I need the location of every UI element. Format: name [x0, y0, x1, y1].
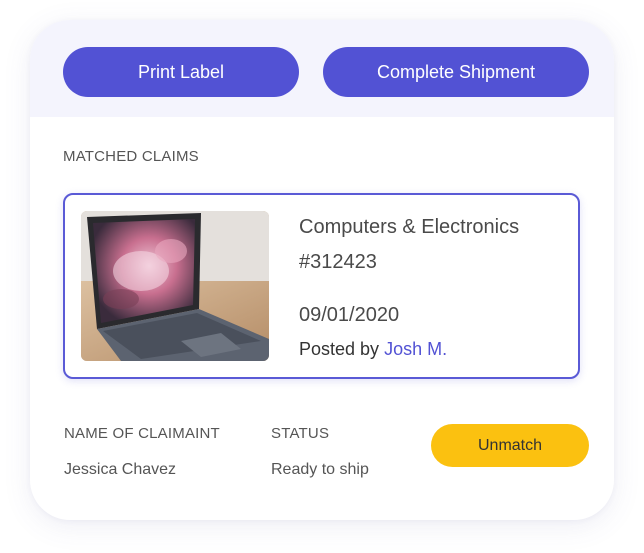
status-label: STATUS: [271, 425, 330, 442]
claimant-name-value: Jessica Chavez: [64, 461, 177, 478]
claim-photo: [81, 211, 269, 361]
claimant-name-label: NAME OF CLAIMAINT: [64, 425, 220, 442]
claim-posted-by: Posted by Josh M.: [299, 339, 447, 360]
card-header: Print Label Complete Shipment: [30, 20, 614, 117]
print-label-button[interactable]: Print Label: [63, 47, 299, 97]
shipment-card: Print Label Complete Shipment MATCHED CL…: [30, 20, 614, 520]
posted-by-prefix: Posted by: [299, 339, 385, 359]
claim-author-link[interactable]: Josh M.: [384, 339, 447, 359]
matched-claims-heading: MATCHED CLAIMS: [63, 148, 199, 165]
laptop-photo-icon: [81, 211, 269, 361]
unmatch-button[interactable]: Unmatch: [431, 424, 589, 467]
claim-id: #312423: [299, 251, 377, 273]
claim-date: 09/01/2020: [299, 304, 400, 326]
status-value: Ready to ship: [271, 461, 369, 478]
matched-claim-card[interactable]: Computers & Electronics #312423 09/01/20…: [63, 193, 580, 379]
claim-category: Computers & Electronics: [299, 216, 520, 238]
complete-shipment-button[interactable]: Complete Shipment: [323, 47, 589, 97]
